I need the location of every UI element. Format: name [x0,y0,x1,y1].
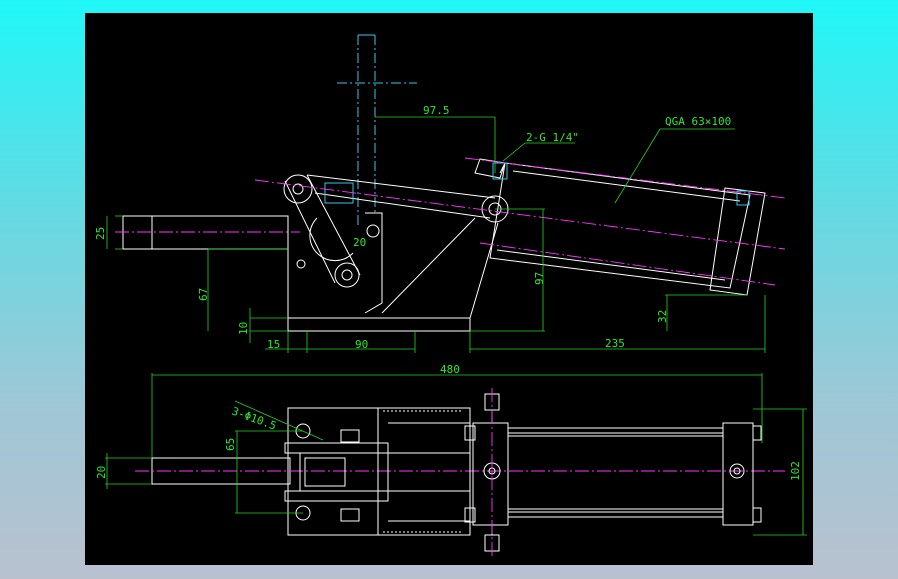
dim-67: 67 [197,288,210,301]
label-port: 2-G 1/4" [526,131,579,144]
dim-20-left: 20 [95,466,108,479]
support-rib [469,222,499,319]
pivot-pin [366,224,380,238]
clamp-jaw [284,442,389,454]
pivot-boss [334,262,360,288]
dim-15: 15 [267,338,280,351]
centerline [464,157,786,199]
leader-line [502,142,526,162]
clamp-block [304,457,346,487]
centerline [479,242,776,286]
dim-90: 90 [355,338,368,351]
beam [314,192,491,219]
support-rib [381,217,476,314]
cad-drawing: 97.5 2-G 1/4" QGA 63×100 25 20 67 10 97 … [94,34,807,558]
tie-nut [752,507,762,523]
bolt-hole [296,259,306,269]
pivot-boss [283,174,313,204]
cylinder-line [512,170,741,202]
cylinder-line [496,249,726,281]
dim-32: 32 [656,310,669,323]
dim-102: 102 [789,461,802,481]
arc [309,217,354,262]
bolt-head [340,429,360,443]
label-cylinder: QGA 63×100 [665,115,731,128]
label-holes: 3-Φ10.5 [230,405,278,433]
centerline-cylinder [254,179,786,250]
dim-97: 97 [533,272,546,285]
bolt-head [340,508,360,522]
dim-25: 25 [94,227,107,240]
dim-10: 10 [237,322,250,335]
dim-480: 480 [440,363,460,376]
plan-view: 480 20 65 3-Φ10.5 102 [95,363,807,558]
dim-65: 65 [224,438,237,451]
cylinder-body [489,162,751,289]
hidden-slot [324,182,354,204]
tie-nut [752,425,762,441]
leader-line [614,128,661,204]
body-arm [378,407,471,424]
cad-drawing-canvas[interactable]: 97.5 2-G 1/4" QGA 63×100 25 20 67 10 97 … [85,13,813,565]
pivot-pin [341,269,353,281]
cylinder-cap [474,158,506,179]
clamp-jaw [284,490,389,502]
beam [306,174,496,199]
dim-235: 235 [605,337,625,350]
dim-20-top: 20 [353,236,366,249]
cylinder-tube [507,435,724,510]
base-plate-plan [287,407,379,536]
clamp-center [299,452,389,492]
side-view: 97.5 2-G 1/4" QGA 63×100 25 20 67 10 97 … [94,34,786,353]
handle-bar [122,215,289,250]
body-arm [378,520,471,536]
dim-97-5: 97.5 [423,104,450,117]
